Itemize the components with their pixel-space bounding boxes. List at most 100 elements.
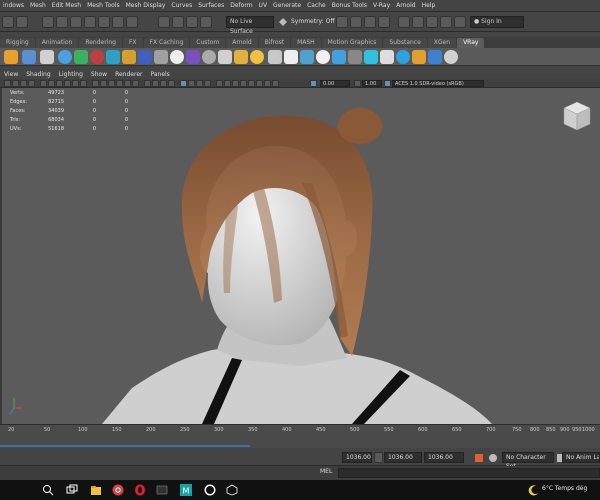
edge-mask-icon[interactable] <box>98 16 110 28</box>
vray-frame-buffer-icon[interactable] <box>40 50 54 64</box>
opera-icon[interactable] <box>134 484 146 496</box>
vray-render-icon[interactable] <box>398 16 410 28</box>
menu-mesh-display[interactable]: Mesh Display <box>123 2 169 9</box>
tab-fx-caching[interactable]: FX Caching <box>143 38 190 48</box>
tab-motion-graphics[interactable]: Motion Graphics <box>321 38 383 48</box>
menu-edit-mesh[interactable]: Edit Mesh <box>49 2 84 9</box>
arnold-render-icon[interactable] <box>426 16 438 28</box>
render-settings-icon[interactable] <box>364 16 376 28</box>
vray-sky-icon[interactable] <box>170 50 184 64</box>
vray-settings-icon[interactable] <box>268 50 282 64</box>
gamma-toggle-icon[interactable] <box>354 80 361 87</box>
viewport[interactable]: Verts: 49723 0 0 Edges: 82715 0 0 Faces:… <box>0 88 600 424</box>
vray-mesh-light-icon[interactable] <box>138 50 152 64</box>
default-material-icon[interactable] <box>240 80 247 87</box>
tab-arnold[interactable]: Arnold <box>226 38 258 48</box>
current-frame-field[interactable]: 1036.00 <box>384 452 422 463</box>
range-end-field[interactable]: 1036.00 <box>424 452 464 463</box>
hypershade-icon[interactable] <box>378 16 390 28</box>
bookmark-icon[interactable] <box>20 80 27 87</box>
character-set-icon[interactable] <box>488 453 498 463</box>
vray-environment-icon[interactable] <box>284 50 298 64</box>
range-toggle-icon[interactable] <box>374 452 383 463</box>
menu-mesh[interactable]: Mesh <box>27 2 49 9</box>
image-plane-icon[interactable] <box>28 80 35 87</box>
field-chart-icon[interactable] <box>72 80 79 87</box>
gate-mask-icon[interactable] <box>64 80 71 87</box>
exposure-field[interactable]: 0.00 <box>320 80 350 87</box>
tab-xgen[interactable]: XGen <box>427 38 457 48</box>
mel-input[interactable] <box>338 468 600 478</box>
vray-mtl-icon[interactable] <box>90 50 104 64</box>
viewcube-icon[interactable] <box>562 100 592 132</box>
menu-windows[interactable]: indows <box>0 2 27 9</box>
exposure-icon[interactable] <box>248 80 255 87</box>
render-frame-icon[interactable] <box>336 16 348 28</box>
vray-sphere-fade-icon[interactable] <box>316 50 330 64</box>
film-gate-icon[interactable] <box>48 80 55 87</box>
panel-menu-view[interactable]: View <box>0 71 22 78</box>
depth-of-field-icon[interactable] <box>168 80 175 87</box>
vray-proxy-icon[interactable] <box>106 50 120 64</box>
symmetry-icon[interactable] <box>278 17 288 27</box>
vray-dome-light-icon[interactable] <box>74 50 88 64</box>
range-start-field[interactable]: 1036.00 <box>342 452 372 463</box>
menu-surfaces[interactable]: Surfaces <box>195 2 227 9</box>
3d-viewer-icon[interactable] <box>226 484 238 496</box>
backface-culling-icon[interactable] <box>216 80 223 87</box>
color-management-icon[interactable] <box>272 80 279 87</box>
menu-deform[interactable]: Deform <box>227 2 255 9</box>
tab-rigging[interactable]: Rigging <box>0 38 35 48</box>
gamma-field[interactable]: 1.00 <box>362 80 382 87</box>
vray-cosmos-icon[interactable] <box>348 50 362 64</box>
camera-select-icon[interactable] <box>4 80 11 87</box>
sign-in-dropdown[interactable]: ● Sign In <box>470 16 524 28</box>
arnold-ipr-icon[interactable] <box>440 16 452 28</box>
tab-vray[interactable]: VRay <box>457 38 485 48</box>
vray-fur-icon[interactable] <box>122 50 136 64</box>
snap-curve-icon[interactable] <box>172 16 184 28</box>
lasso-tool-icon[interactable] <box>16 16 28 28</box>
menu-bonus-tools[interactable]: Bonus Tools <box>329 2 370 9</box>
unreal-icon[interactable] <box>204 484 216 496</box>
xray-components-icon[interactable] <box>204 80 211 87</box>
snap-grid-icon[interactable] <box>158 16 170 28</box>
camera-attributes-icon[interactable] <box>12 80 19 87</box>
panel-menu-lighting[interactable]: Lighting <box>55 71 87 78</box>
face-mask-icon[interactable] <box>112 16 124 28</box>
panel-menu-shading[interactable]: Shading <box>22 71 54 78</box>
select-by-hierarchy-icon[interactable] <box>42 16 54 28</box>
uv-mask-icon[interactable] <box>126 16 138 28</box>
tab-substance[interactable]: Substance <box>383 38 427 48</box>
vray-light-icon[interactable] <box>4 50 18 64</box>
smooth-wireframe-icon[interactable] <box>232 80 239 87</box>
textured-icon[interactable] <box>116 80 123 87</box>
tab-bifrost[interactable]: Bifrost <box>258 38 291 48</box>
vray-cloud-icon[interactable] <box>396 50 410 64</box>
snap-point-icon[interactable] <box>186 16 198 28</box>
panel-menu-show[interactable]: Show <box>87 71 111 78</box>
auto-key-icon[interactable] <box>474 453 484 463</box>
menu-arnold[interactable]: Arnold <box>393 2 418 9</box>
select-by-component-icon[interactable] <box>70 16 82 28</box>
workspace-icon[interactable] <box>454 16 466 28</box>
live-surface-field[interactable]: No Live Surface <box>226 16 274 35</box>
screen-space-ao-icon[interactable] <box>144 80 151 87</box>
hud-toggle-icon[interactable] <box>224 80 231 87</box>
anim-layer-dropdown[interactable]: No Anim Layer <box>562 452 600 463</box>
terminal-icon[interactable] <box>156 484 168 496</box>
vray-vfb-icon[interactable] <box>412 16 424 28</box>
select-tool-icon[interactable] <box>2 16 14 28</box>
panel-menu-panels[interactable]: Panels <box>146 71 173 78</box>
vray-plane-icon[interactable] <box>218 50 232 64</box>
vray-displacement-icon[interactable] <box>154 50 168 64</box>
vray-render-icon[interactable] <box>22 50 36 64</box>
panel-menu-renderer[interactable]: Renderer <box>111 71 146 78</box>
wireframe-icon[interactable] <box>92 80 99 87</box>
menu-vray[interactable]: V-Ray <box>370 2 393 9</box>
vray-material-library-icon[interactable] <box>380 50 394 64</box>
gamma-icon[interactable] <box>256 80 263 87</box>
vray-volume-icon[interactable] <box>186 50 200 64</box>
wireframe-on-shaded-icon[interactable] <box>108 80 115 87</box>
safe-action-icon[interactable] <box>80 80 87 87</box>
